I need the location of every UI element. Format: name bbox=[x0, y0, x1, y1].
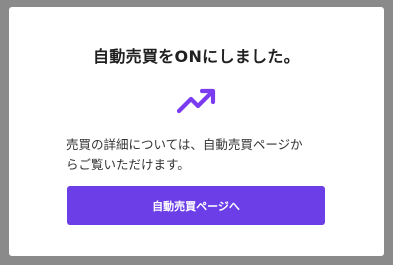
trending-up-icon bbox=[177, 88, 216, 114]
description-line: 売買の詳細については、自動売買ページか bbox=[66, 137, 303, 152]
auto-trade-enabled-dialog: 自動売買をONにしました。 売買の詳細については、自動売買ページか らご覧いただ… bbox=[9, 7, 384, 256]
dialog-title: 自動売買をONにしました。 bbox=[93, 47, 300, 66]
go-to-auto-trade-page-button[interactable]: 自動売買ページへ bbox=[67, 186, 325, 225]
dialog-description: 売買の詳細については、自動売買ページか らご覧いただけます。 bbox=[66, 135, 336, 175]
description-line: らご覧いただけます。 bbox=[66, 157, 190, 172]
